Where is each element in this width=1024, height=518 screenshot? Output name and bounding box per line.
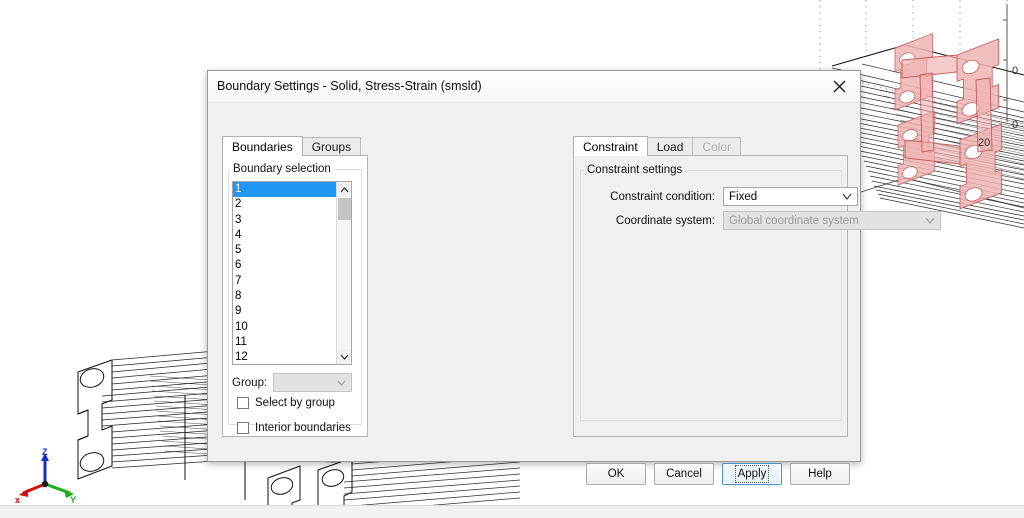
dialog-button-row: OK Cancel Apply Help — [586, 463, 850, 485]
coordinate-system-value: Global coordinate system — [729, 214, 859, 227]
close-icon[interactable] — [818, 71, 860, 101]
tab-load[interactable]: Load — [646, 137, 694, 156]
interior-boundaries-checkbox[interactable]: Interior boundaries — [237, 422, 351, 434]
chevron-down-icon — [337, 377, 346, 389]
x-axis-label: x — [15, 495, 20, 505]
help-button[interactable]: Help — [790, 463, 850, 485]
list-item[interactable]: 6 — [233, 258, 337, 273]
group-dropdown — [273, 373, 353, 392]
tab-boundaries[interactable]: Boundaries — [222, 136, 303, 156]
list-item[interactable]: 10 — [233, 320, 337, 335]
constraint-condition-dropdown[interactable]: Fixed — [723, 187, 858, 206]
constraint-settings-legend: Constraint settings — [584, 164, 686, 176]
list-item[interactable]: 1 — [233, 182, 337, 198]
list-item[interactable]: 8 — [233, 289, 337, 304]
boundary-list[interactable]: 1 2 3 4 5 6 7 8 9 10 11 12 — [232, 181, 352, 365]
scroll-up-icon[interactable] — [337, 182, 351, 197]
scrollbar-thumb[interactable] — [338, 198, 351, 220]
boundary-list-items: 1 2 3 4 5 6 7 8 9 10 11 12 — [233, 182, 337, 364]
dialog-body: Boundaries Groups Boundary selection 1 2… — [208, 103, 941, 485]
axis-tick-label: 20 — [978, 137, 990, 149]
list-item[interactable]: 2 — [233, 197, 337, 212]
chevron-down-icon — [925, 215, 935, 227]
y-axis-label: Y — [70, 495, 76, 505]
axis-tick-label: 0 — [1012, 65, 1018, 77]
apply-button[interactable]: Apply — [722, 463, 782, 485]
app-root: 0 0 20 Z Y x Boundary Settings - Solid, … — [0, 0, 1024, 518]
boundary-list-scrollbar[interactable] — [336, 182, 351, 364]
axis-rule-right — [1003, 4, 1008, 122]
constraint-condition-row: Constraint condition: Fixed — [580, 187, 858, 206]
list-item[interactable]: 7 — [233, 274, 337, 289]
coordinate-system-dropdown: Global coordinate system — [723, 211, 941, 230]
tab-color: Color — [692, 137, 742, 156]
ok-button[interactable]: OK — [586, 463, 646, 485]
cancel-button-label: Cancel — [666, 468, 702, 480]
constraint-condition-value: Fixed — [729, 190, 758, 203]
group-row: Group: — [232, 373, 358, 392]
tab-groups[interactable]: Groups — [301, 137, 362, 156]
dialog-titlebar[interactable]: Boundary Settings - Solid, Stress-Strain… — [208, 71, 860, 103]
coordinate-system-row: Coordinate system: Global coordinate sys… — [580, 211, 941, 230]
right-tabstrip: Constraint Load Color — [573, 136, 742, 156]
cancel-button[interactable]: Cancel — [654, 463, 714, 485]
boundary-selection-legend: Boundary selection — [230, 163, 334, 175]
interior-boundaries-label: Interior boundaries — [255, 422, 351, 434]
list-item[interactable]: 11 — [233, 335, 337, 350]
apply-button-label: Apply — [734, 465, 770, 483]
tab-constraint[interactable]: Constraint — [573, 136, 648, 156]
list-item[interactable]: 12 — [233, 350, 337, 364]
select-by-group-checkbox[interactable]: Select by group — [237, 397, 335, 409]
checkbox-box[interactable] — [237, 422, 249, 434]
constraint-condition-label: Constraint condition: — [610, 190, 715, 203]
scroll-down-icon[interactable] — [337, 349, 351, 364]
select-by-group-label: Select by group — [255, 397, 335, 409]
ok-button-label: OK — [607, 468, 625, 480]
status-strip — [0, 505, 1024, 518]
axis-triad: Z Y x — [14, 446, 76, 508]
help-button-label: Help — [808, 468, 832, 480]
checkbox-box[interactable] — [237, 397, 249, 409]
list-item[interactable]: 4 — [233, 228, 337, 243]
list-item[interactable]: 5 — [233, 243, 337, 258]
list-item[interactable]: 3 — [233, 213, 337, 228]
list-item[interactable]: 9 — [233, 304, 337, 319]
dialog-title: Boundary Settings - Solid, Stress-Strain… — [217, 79, 482, 93]
z-axis-label: Z — [42, 447, 48, 457]
constraint-settings-groupbox — [580, 170, 842, 421]
group-label: Group: — [232, 376, 268, 389]
boundary-settings-dialog: Boundary Settings - Solid, Stress-Strain… — [207, 70, 941, 485]
chevron-down-icon[interactable] — [842, 191, 852, 203]
left-tabstrip: Boundaries Groups — [222, 136, 362, 156]
coordinate-system-label: Coordinate system: — [615, 214, 715, 227]
